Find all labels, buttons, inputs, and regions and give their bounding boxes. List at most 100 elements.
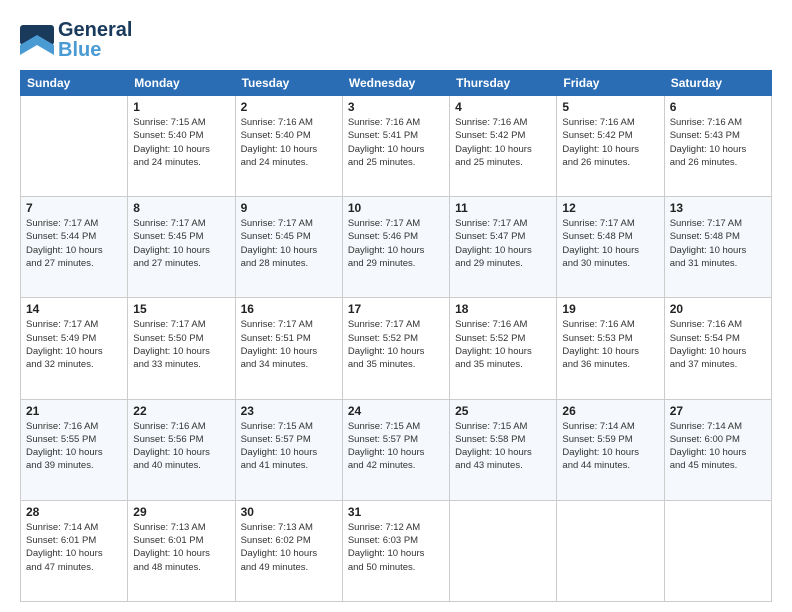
calendar-cell: 16 Sunrise: 7:17 AM Sunset: 5:51 PM Dayli… [235, 298, 342, 399]
calendar-cell: 4 Sunrise: 7:16 AM Sunset: 5:42 PM Daylig… [450, 96, 557, 197]
calendar-table: Sunday Monday Tuesday Wednesday Thursday… [20, 70, 772, 602]
day-number: 21 [26, 404, 122, 418]
day-number: 19 [562, 302, 658, 316]
calendar-cell: 12 Sunrise: 7:17 AM Sunset: 5:48 PM Dayli… [557, 197, 664, 298]
calendar-cell [664, 500, 771, 601]
week-row-2: 14 Sunrise: 7:17 AM Sunset: 5:49 PM Dayli… [21, 298, 772, 399]
day-info: Sunrise: 7:16 AM Sunset: 5:52 PM Dayligh… [455, 318, 551, 371]
calendar-cell: 7 Sunrise: 7:17 AM Sunset: 5:44 PM Daylig… [21, 197, 128, 298]
day-number: 5 [562, 100, 658, 114]
week-row-0: 1 Sunrise: 7:15 AM Sunset: 5:40 PM Daylig… [21, 96, 772, 197]
day-info: Sunrise: 7:17 AM Sunset: 5:49 PM Dayligh… [26, 318, 122, 371]
calendar-cell: 10Sunrise: 7:17 AM Sunset: 5:46 PM Dayli… [342, 197, 449, 298]
col-friday: Friday [557, 71, 664, 96]
day-info: Sunrise: 7:17 AM Sunset: 5:45 PM Dayligh… [241, 217, 337, 270]
day-number: 13 [670, 201, 766, 215]
calendar-cell: 5 Sunrise: 7:16 AM Sunset: 5:42 PM Daylig… [557, 96, 664, 197]
calendar-cell [450, 500, 557, 601]
day-number: 2 [241, 100, 337, 114]
day-info: Sunrise: 7:17 AM Sunset: 5:48 PM Dayligh… [670, 217, 766, 270]
week-row-1: 7 Sunrise: 7:17 AM Sunset: 5:44 PM Daylig… [21, 197, 772, 298]
day-number: 6 [670, 100, 766, 114]
calendar-cell: 27 Sunrise: 7:14 AM Sunset: 6:00 PM Dayli… [664, 399, 771, 500]
calendar-cell: 11Sunrise: 7:17 AM Sunset: 5:47 PM Dayli… [450, 197, 557, 298]
header-row: Sunday Monday Tuesday Wednesday Thursday… [21, 71, 772, 96]
day-number: 31 [348, 505, 444, 519]
day-number: 16 [241, 302, 337, 316]
day-info: Sunrise: 7:16 AM Sunset: 5:55 PM Dayligh… [26, 420, 122, 473]
day-info: Sunrise: 7:15 AM Sunset: 5:58 PM Dayligh… [455, 420, 551, 473]
day-number: 22 [133, 404, 229, 418]
col-wednesday: Wednesday [342, 71, 449, 96]
page: General Blue Sunday Monday Tuesday Wedne… [0, 0, 792, 612]
day-info: Sunrise: 7:16 AM Sunset: 5:42 PM Dayligh… [455, 116, 551, 169]
calendar-cell: 25Sunrise: 7:15 AM Sunset: 5:58 PM Dayli… [450, 399, 557, 500]
day-info: Sunrise: 7:15 AM Sunset: 5:57 PM Dayligh… [348, 420, 444, 473]
header: General Blue [20, 20, 772, 60]
day-number: 7 [26, 201, 122, 215]
day-info: Sunrise: 7:17 AM Sunset: 5:51 PM Dayligh… [241, 318, 337, 371]
day-number: 9 [241, 201, 337, 215]
calendar-cell: 14 Sunrise: 7:17 AM Sunset: 5:49 PM Dayli… [21, 298, 128, 399]
day-number: 17 [348, 302, 444, 316]
calendar-cell: 9 Sunrise: 7:17 AM Sunset: 5:45 PM Daylig… [235, 197, 342, 298]
col-tuesday: Tuesday [235, 71, 342, 96]
day-info: Sunrise: 7:17 AM Sunset: 5:48 PM Dayligh… [562, 217, 658, 270]
calendar-cell [21, 96, 128, 197]
day-info: Sunrise: 7:16 AM Sunset: 5:42 PM Dayligh… [562, 116, 658, 169]
day-info: Sunrise: 7:16 AM Sunset: 5:41 PM Dayligh… [348, 116, 444, 169]
week-row-4: 28Sunrise: 7:14 AM Sunset: 6:01 PM Dayli… [21, 500, 772, 601]
day-number: 4 [455, 100, 551, 114]
day-number: 26 [562, 404, 658, 418]
day-info: Sunrise: 7:17 AM Sunset: 5:46 PM Dayligh… [348, 217, 444, 270]
day-info: Sunrise: 7:15 AM Sunset: 5:40 PM Dayligh… [133, 116, 229, 169]
calendar-cell: 30Sunrise: 7:13 AM Sunset: 6:02 PM Dayli… [235, 500, 342, 601]
day-info: Sunrise: 7:16 AM Sunset: 5:43 PM Dayligh… [670, 116, 766, 169]
day-info: Sunrise: 7:17 AM Sunset: 5:44 PM Dayligh… [26, 217, 122, 270]
day-number: 20 [670, 302, 766, 316]
day-info: Sunrise: 7:14 AM Sunset: 6:00 PM Dayligh… [670, 420, 766, 473]
logo-graphic [20, 25, 54, 55]
calendar-cell: 8 Sunrise: 7:17 AM Sunset: 5:45 PM Daylig… [128, 197, 235, 298]
calendar-cell: 26 Sunrise: 7:14 AM Sunset: 5:59 PM Dayli… [557, 399, 664, 500]
calendar-cell: 20Sunrise: 7:16 AM Sunset: 5:54 PM Dayli… [664, 298, 771, 399]
calendar-cell: 6 Sunrise: 7:16 AM Sunset: 5:43 PM Daylig… [664, 96, 771, 197]
day-number: 11 [455, 201, 551, 215]
calendar-cell: 29 Sunrise: 7:13 AM Sunset: 6:01 PM Dayli… [128, 500, 235, 601]
day-info: Sunrise: 7:14 AM Sunset: 6:01 PM Dayligh… [26, 521, 122, 574]
calendar-cell: 24 Sunrise: 7:15 AM Sunset: 5:57 PM Dayli… [342, 399, 449, 500]
calendar-cell: 2 Sunrise: 7:16 AM Sunset: 5:40 PM Daylig… [235, 96, 342, 197]
day-number: 1 [133, 100, 229, 114]
day-info: Sunrise: 7:14 AM Sunset: 5:59 PM Dayligh… [562, 420, 658, 473]
calendar-cell: 19 Sunrise: 7:16 AM Sunset: 5:53 PM Dayli… [557, 298, 664, 399]
col-sunday: Sunday [21, 71, 128, 96]
calendar-cell: 31 Sunrise: 7:12 AM Sunset: 6:03 PM Dayli… [342, 500, 449, 601]
day-number: 30 [241, 505, 337, 519]
day-info: Sunrise: 7:17 AM Sunset: 5:50 PM Dayligh… [133, 318, 229, 371]
day-number: 27 [670, 404, 766, 418]
day-number: 3 [348, 100, 444, 114]
calendar-cell: 1 Sunrise: 7:15 AM Sunset: 5:40 PM Daylig… [128, 96, 235, 197]
day-number: 8 [133, 201, 229, 215]
calendar-cell: 13 Sunrise: 7:17 AM Sunset: 5:48 PM Dayli… [664, 197, 771, 298]
day-info: Sunrise: 7:16 AM Sunset: 5:53 PM Dayligh… [562, 318, 658, 371]
day-number: 24 [348, 404, 444, 418]
day-info: Sunrise: 7:15 AM Sunset: 5:57 PM Dayligh… [241, 420, 337, 473]
day-info: Sunrise: 7:17 AM Sunset: 5:45 PM Dayligh… [133, 217, 229, 270]
day-number: 12 [562, 201, 658, 215]
day-info: Sunrise: 7:16 AM Sunset: 5:40 PM Dayligh… [241, 116, 337, 169]
col-thursday: Thursday [450, 71, 557, 96]
calendar-cell: 21 Sunrise: 7:16 AM Sunset: 5:55 PM Dayli… [21, 399, 128, 500]
day-info: Sunrise: 7:13 AM Sunset: 6:01 PM Dayligh… [133, 521, 229, 574]
day-number: 29 [133, 505, 229, 519]
calendar-cell: 23Sunrise: 7:15 AM Sunset: 5:57 PM Dayli… [235, 399, 342, 500]
calendar-cell: 18 Sunrise: 7:16 AM Sunset: 5:52 PM Dayli… [450, 298, 557, 399]
day-info: Sunrise: 7:12 AM Sunset: 6:03 PM Dayligh… [348, 521, 444, 574]
day-info: Sunrise: 7:17 AM Sunset: 5:52 PM Dayligh… [348, 318, 444, 371]
calendar-cell [557, 500, 664, 601]
day-info: Sunrise: 7:16 AM Sunset: 5:56 PM Dayligh… [133, 420, 229, 473]
week-row-3: 21 Sunrise: 7:16 AM Sunset: 5:55 PM Dayli… [21, 399, 772, 500]
day-number: 18 [455, 302, 551, 316]
day-number: 14 [26, 302, 122, 316]
calendar-cell: 15Sunrise: 7:17 AM Sunset: 5:50 PM Dayli… [128, 298, 235, 399]
